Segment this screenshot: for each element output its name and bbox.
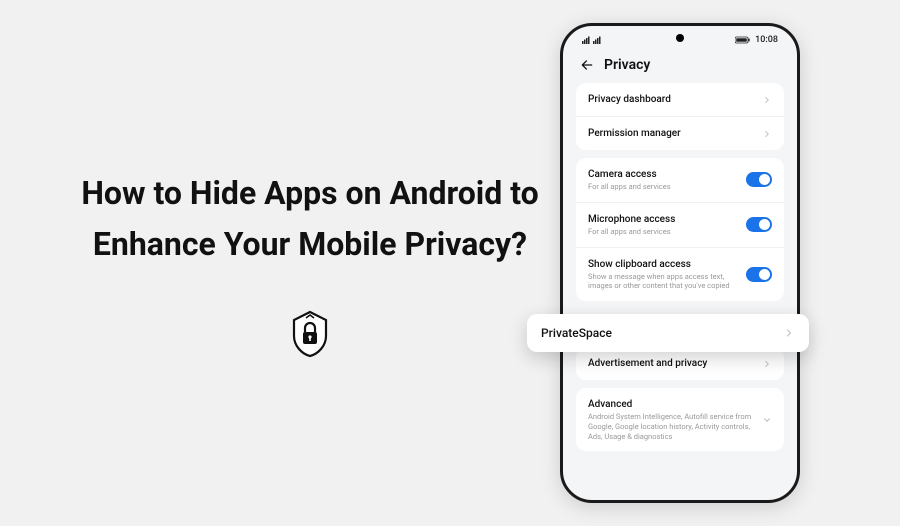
chevron-right-icon [762, 95, 772, 105]
camera-hole [676, 34, 684, 42]
row-title: Microphone access [588, 213, 738, 226]
chevron-right-icon [783, 327, 795, 339]
row-title: PrivateSpace [541, 326, 612, 340]
row-title: Permission manager [588, 127, 754, 140]
row-permission-manager[interactable]: Permission manager [576, 117, 784, 150]
row-privacy-dashboard[interactable]: Privacy dashboard [576, 83, 784, 117]
settings-header: Privacy [566, 51, 794, 83]
row-subtitle: Android System Intelligence, Autofill se… [588, 412, 754, 441]
camera-toggle[interactable] [746, 172, 772, 187]
row-subtitle: For all apps and services [588, 227, 738, 237]
row-advanced[interactable]: Advanced Android System Intelligence, Au… [576, 388, 784, 451]
row-private-space[interactable]: PrivateSpace [527, 314, 809, 352]
phone-mockup: 10:08 Privacy Privacy dashboard Permissi… [560, 23, 800, 503]
chevron-down-icon [762, 415, 772, 425]
row-camera-access[interactable]: Camera access For all apps and services [576, 158, 784, 203]
chevron-right-icon [762, 359, 772, 369]
row-title: Camera access [588, 168, 738, 181]
row-microphone-access[interactable]: Microphone access For all apps and servi… [576, 203, 784, 248]
row-subtitle: For all apps and services [588, 182, 738, 192]
row-clipboard-access[interactable]: Show clipboard access Show a message whe… [576, 248, 784, 302]
row-subtitle: Show a message when apps access text, im… [588, 272, 738, 292]
clipboard-toggle[interactable] [746, 267, 772, 282]
row-title: Advanced [588, 398, 754, 411]
article-heading: How to Hide Apps on Android to Enhance Y… [80, 168, 540, 270]
back-arrow-icon[interactable] [580, 58, 594, 72]
signal-icons [582, 36, 604, 45]
microphone-toggle[interactable] [746, 217, 772, 232]
page-title: Privacy [604, 57, 650, 73]
row-title: Advertisement and privacy [588, 357, 754, 370]
row-title: Privacy dashboard [588, 93, 754, 106]
battery-icon [735, 36, 751, 44]
status-time: 10:08 [755, 35, 778, 45]
chevron-right-icon [762, 129, 772, 139]
lock-info-logo [290, 310, 330, 358]
row-title: Show clipboard access [588, 258, 738, 271]
